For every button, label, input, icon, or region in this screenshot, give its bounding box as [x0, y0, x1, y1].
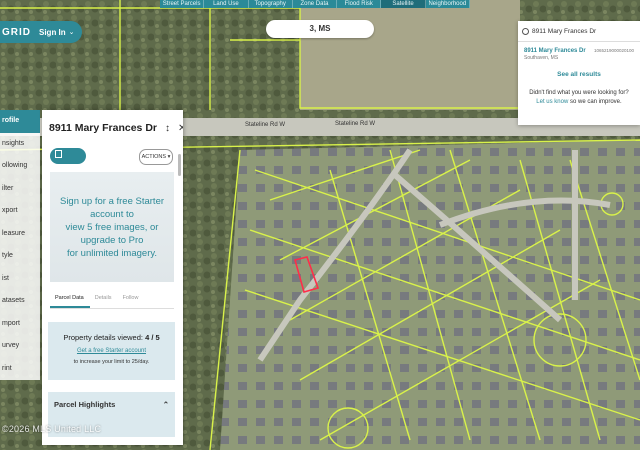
- sidebar-item-list[interactable]: ist: [0, 267, 40, 290]
- viewed-count: 4 / 5: [145, 333, 160, 342]
- search-result[interactable]: 8911 Mary Frances Dr 1065219000020100 Sou…: [518, 42, 640, 61]
- panel-title: 8911 Mary Frances Dr: [49, 122, 157, 134]
- close-icon[interactable]: ✕: [178, 123, 183, 134]
- sidebar-item-insights[interactable]: nsights: [0, 132, 40, 155]
- sidebar-item-import[interactable]: mport: [0, 312, 40, 335]
- layer-tab[interactable]: Zone Data: [293, 0, 338, 8]
- highlights-title: Parcel Highlights: [54, 400, 116, 409]
- follow-button[interactable]: FOLLOW: [50, 148, 86, 175]
- sidebar-item-print[interactable]: rint: [0, 357, 40, 380]
- view-limit-box: Property details viewed: 4 / 5 Get a fre…: [48, 322, 175, 380]
- result-id: 1065219000020100: [593, 48, 634, 53]
- result-city: Southaven, MS: [524, 55, 559, 61]
- road-label-2: Stateline Rd W: [335, 121, 375, 127]
- sidebar-item-filter[interactable]: ilter: [0, 177, 40, 200]
- sidebar-item-survey[interactable]: urvey: [0, 335, 40, 358]
- tab-follow[interactable]: Follow: [118, 288, 145, 308]
- map-layer-tabs: Street Parcels Land Use Topography Zone …: [160, 0, 470, 8]
- see-all-results-link[interactable]: See all results: [518, 71, 640, 78]
- sidebar-item-export[interactable]: xport: [0, 200, 40, 223]
- panel-tabs: Parcel Data Details Follow: [50, 288, 174, 309]
- sidebar-item-style[interactable]: tyle: [0, 245, 40, 268]
- let-us-know-link[interactable]: Let us know: [536, 99, 568, 105]
- viewed-label: Property details viewed:: [63, 333, 146, 342]
- search-input[interactable]: 8911 Mary Frances Dr: [518, 21, 640, 42]
- promo-line: view 5 free images, or upgrade to Pro: [65, 221, 159, 246]
- search-query: 8911 Mary Frances Dr: [532, 27, 597, 35]
- location-pill[interactable]: 3, MS: [266, 20, 374, 38]
- improve-text: so we can improve.: [568, 99, 622, 105]
- starter-account-link[interactable]: Get a free Starter account: [48, 348, 175, 354]
- sidebar-item-following[interactable]: ollowing: [0, 155, 40, 178]
- parcel-panel: 8911 Mary Frances Dr ↕ ✕ FOLLOW ACTIONS …: [42, 110, 183, 445]
- result-address: 8911 Mary Frances Dr: [524, 48, 586, 54]
- search-icon: [522, 27, 529, 35]
- sidebar-item-profile[interactable]: rofile: [0, 110, 40, 133]
- limit-note: to increase your limit to 25/day.: [73, 359, 150, 365]
- open-field: [300, 0, 520, 110]
- resize-icon[interactable]: ↕: [165, 123, 170, 134]
- tab-details[interactable]: Details: [90, 288, 118, 308]
- search-panel: 8911 Mary Frances Dr 8911 Mary Frances D…: [518, 21, 640, 125]
- layer-tab[interactable]: Topography: [249, 0, 293, 8]
- actions-button[interactable]: ACTIONS ▾: [139, 149, 173, 165]
- promo-line: for unlimited imagery.: [66, 247, 158, 259]
- left-sidebar: rofile nsights ollowing ilter xport leas…: [0, 110, 40, 450]
- layer-tab[interactable]: Land Use: [204, 0, 249, 8]
- not-found-text: Didn't find what you were looking for?: [529, 90, 629, 96]
- sign-in-button[interactable]: Sign In: [39, 28, 66, 37]
- layer-tab[interactable]: Flood Risk: [337, 0, 382, 8]
- chevron-up-icon[interactable]: ⌃: [163, 400, 169, 409]
- road-label-1: Stateline Rd W: [245, 122, 285, 128]
- sidebar-item-datasets[interactable]: atasets: [0, 290, 40, 313]
- layer-tab[interactable]: Neighborhood: [426, 0, 470, 8]
- layer-tab[interactable]: Street Parcels: [160, 0, 205, 8]
- promo-line: Sign up for a free Starter account to: [59, 195, 165, 220]
- brand-bar: GRID Sign In ⌄: [0, 21, 82, 43]
- sidebar-item-measure[interactable]: leasure: [0, 222, 40, 245]
- tab-parcel-data[interactable]: Parcel Data: [50, 288, 90, 308]
- bookmark-icon: [55, 150, 62, 158]
- copyright-watermark: ©2026 MLS United LLC: [2, 424, 102, 434]
- regrid-logo[interactable]: GRID: [2, 27, 31, 38]
- layer-tab-active[interactable]: Satellite: [381, 0, 426, 8]
- chevron-down-icon[interactable]: ⌄: [69, 28, 75, 36]
- imagery-upsell[interactable]: Sign up for a free Starter account to vi…: [50, 172, 174, 282]
